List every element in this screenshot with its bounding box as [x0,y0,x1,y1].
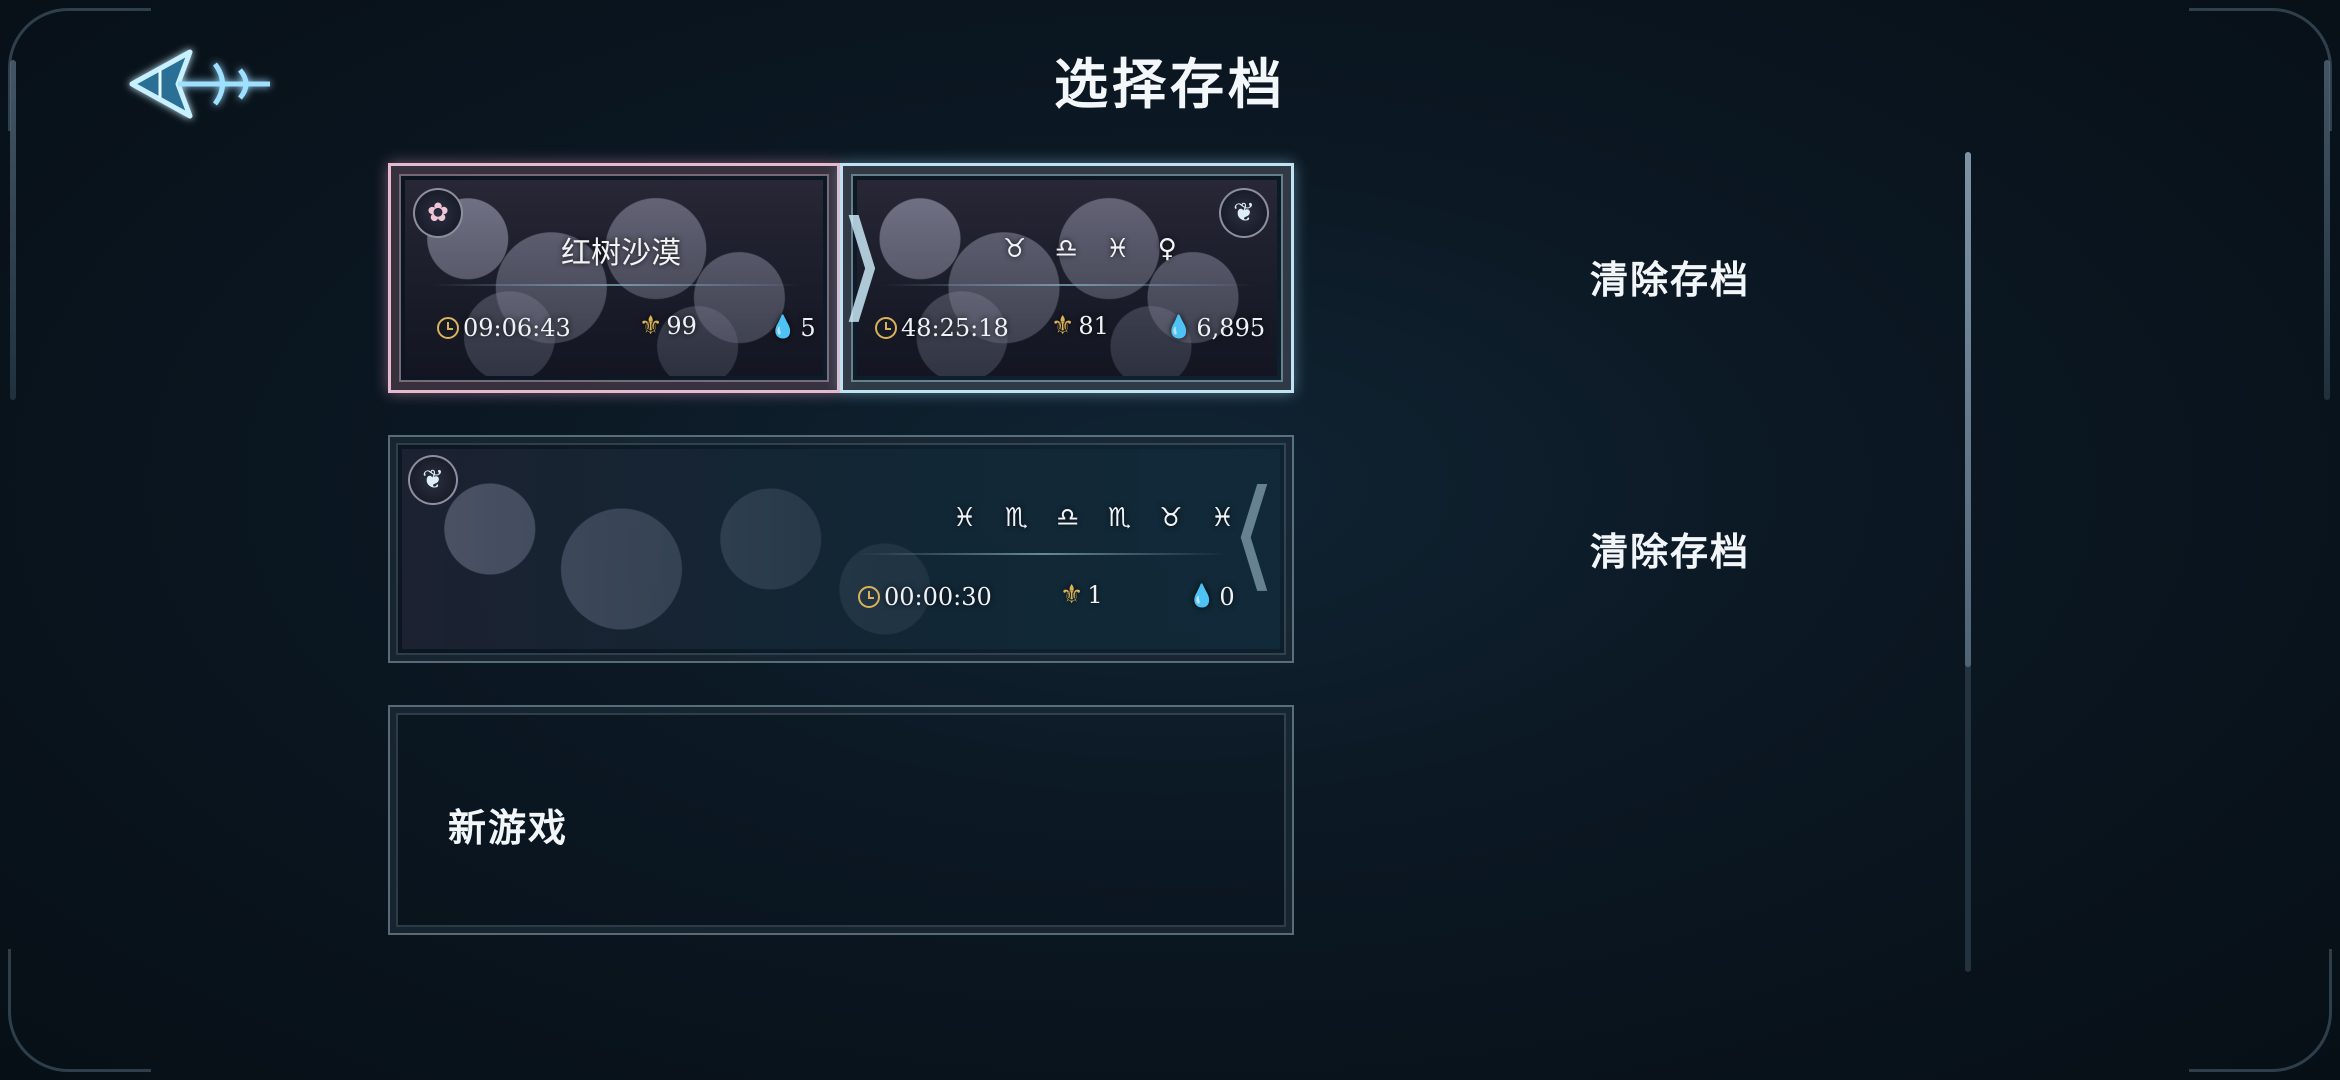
new-game-slot[interactable]: 新游戏 [388,705,1294,935]
currency: 💧 5 [769,314,816,342]
currency: 💧 6,895 [1165,314,1265,342]
new-game-label: 新游戏 [448,805,569,850]
spirit-icon: ❦ [1219,188,1269,238]
save-slot-1-secondary[interactable]: ❦ ♉ ♎ ♓ ♀ 48:25:18 ⚜ 81 💧 6,895 ⟩ [840,163,1294,393]
clock-icon [858,586,880,608]
currency: 💧 0 [1188,583,1235,611]
page-title: 选择存档 [1054,52,1286,116]
level: ⚜ 99 [639,312,697,340]
save-select-screen: 选择存档 ✿ 红树沙漠 09:06:43 ⚜ 99 💧 5 ❦ ♉ ♎ ♓ ♀ … [0,0,2340,1080]
play-time-value: 00:00:30 [884,583,992,611]
spirit-icon: ❦ [408,455,458,505]
level: ⚜ 81 [1051,312,1109,340]
play-time: 48:25:18 [875,314,1009,342]
water-drop-icon: 💧 [769,315,797,340]
divider [883,284,1253,286]
play-time-value: 48:25:18 [901,314,1009,342]
wing-divider-ornament: ⟩ [840,196,886,335]
clear-save-button-2[interactable]: 清除存档 [1560,517,1780,587]
lotus-icon: ⚜ [639,311,663,341]
lotus-icon: ⚜ [1051,311,1075,341]
level-value: 99 [666,312,697,340]
rune-area-name: ♓ ♏ ♎ ♏ ♉ ♓ [953,503,1245,533]
clock-icon [437,317,459,339]
save-slot-2[interactable]: ❦ ♓ ♏ ♎ ♏ ♉ ♓ 00:00:30 ⚜ 1 💧 0 ⟨ [388,435,1294,663]
divider [431,284,801,286]
clear-save-button-1[interactable]: 清除存档 [1560,245,1780,315]
wing-ornament: ⟨ [1230,465,1277,604]
water-drop-icon: 💧 [1188,584,1216,609]
save-slot-1[interactable]: ✿ 红树沙漠 09:06:43 ⚜ 99 💧 5 ❦ ♉ ♎ ♓ ♀ 48:25… [388,163,1294,393]
save-slot-1-primary[interactable]: ✿ 红树沙漠 09:06:43 ⚜ 99 💧 5 [388,163,840,393]
level: ⚜ 1 [1060,581,1103,609]
level-value: 81 [1078,312,1109,340]
level-value: 1 [1087,581,1103,609]
play-time: 09:06:43 [437,314,571,342]
scrollbar-thumb[interactable] [1965,152,1971,667]
water-drop-icon: 💧 [1165,315,1193,340]
lotus-icon: ⚜ [1060,580,1084,610]
rose-icon: ✿ [413,188,463,238]
corner-ornament [2189,949,2332,1072]
scrollbar[interactable] [1965,152,1971,972]
corner-ornament [8,949,151,1072]
rune-area-name: ♉ ♎ ♓ ♀ [1003,234,1187,264]
area-name: 红树沙漠 [561,236,681,271]
divider [858,553,1228,555]
play-time: 00:00:30 [858,583,992,611]
play-time-value: 09:06:43 [463,314,571,342]
currency-value: 5 [800,314,816,342]
currency-value: 6,895 [1196,314,1266,342]
